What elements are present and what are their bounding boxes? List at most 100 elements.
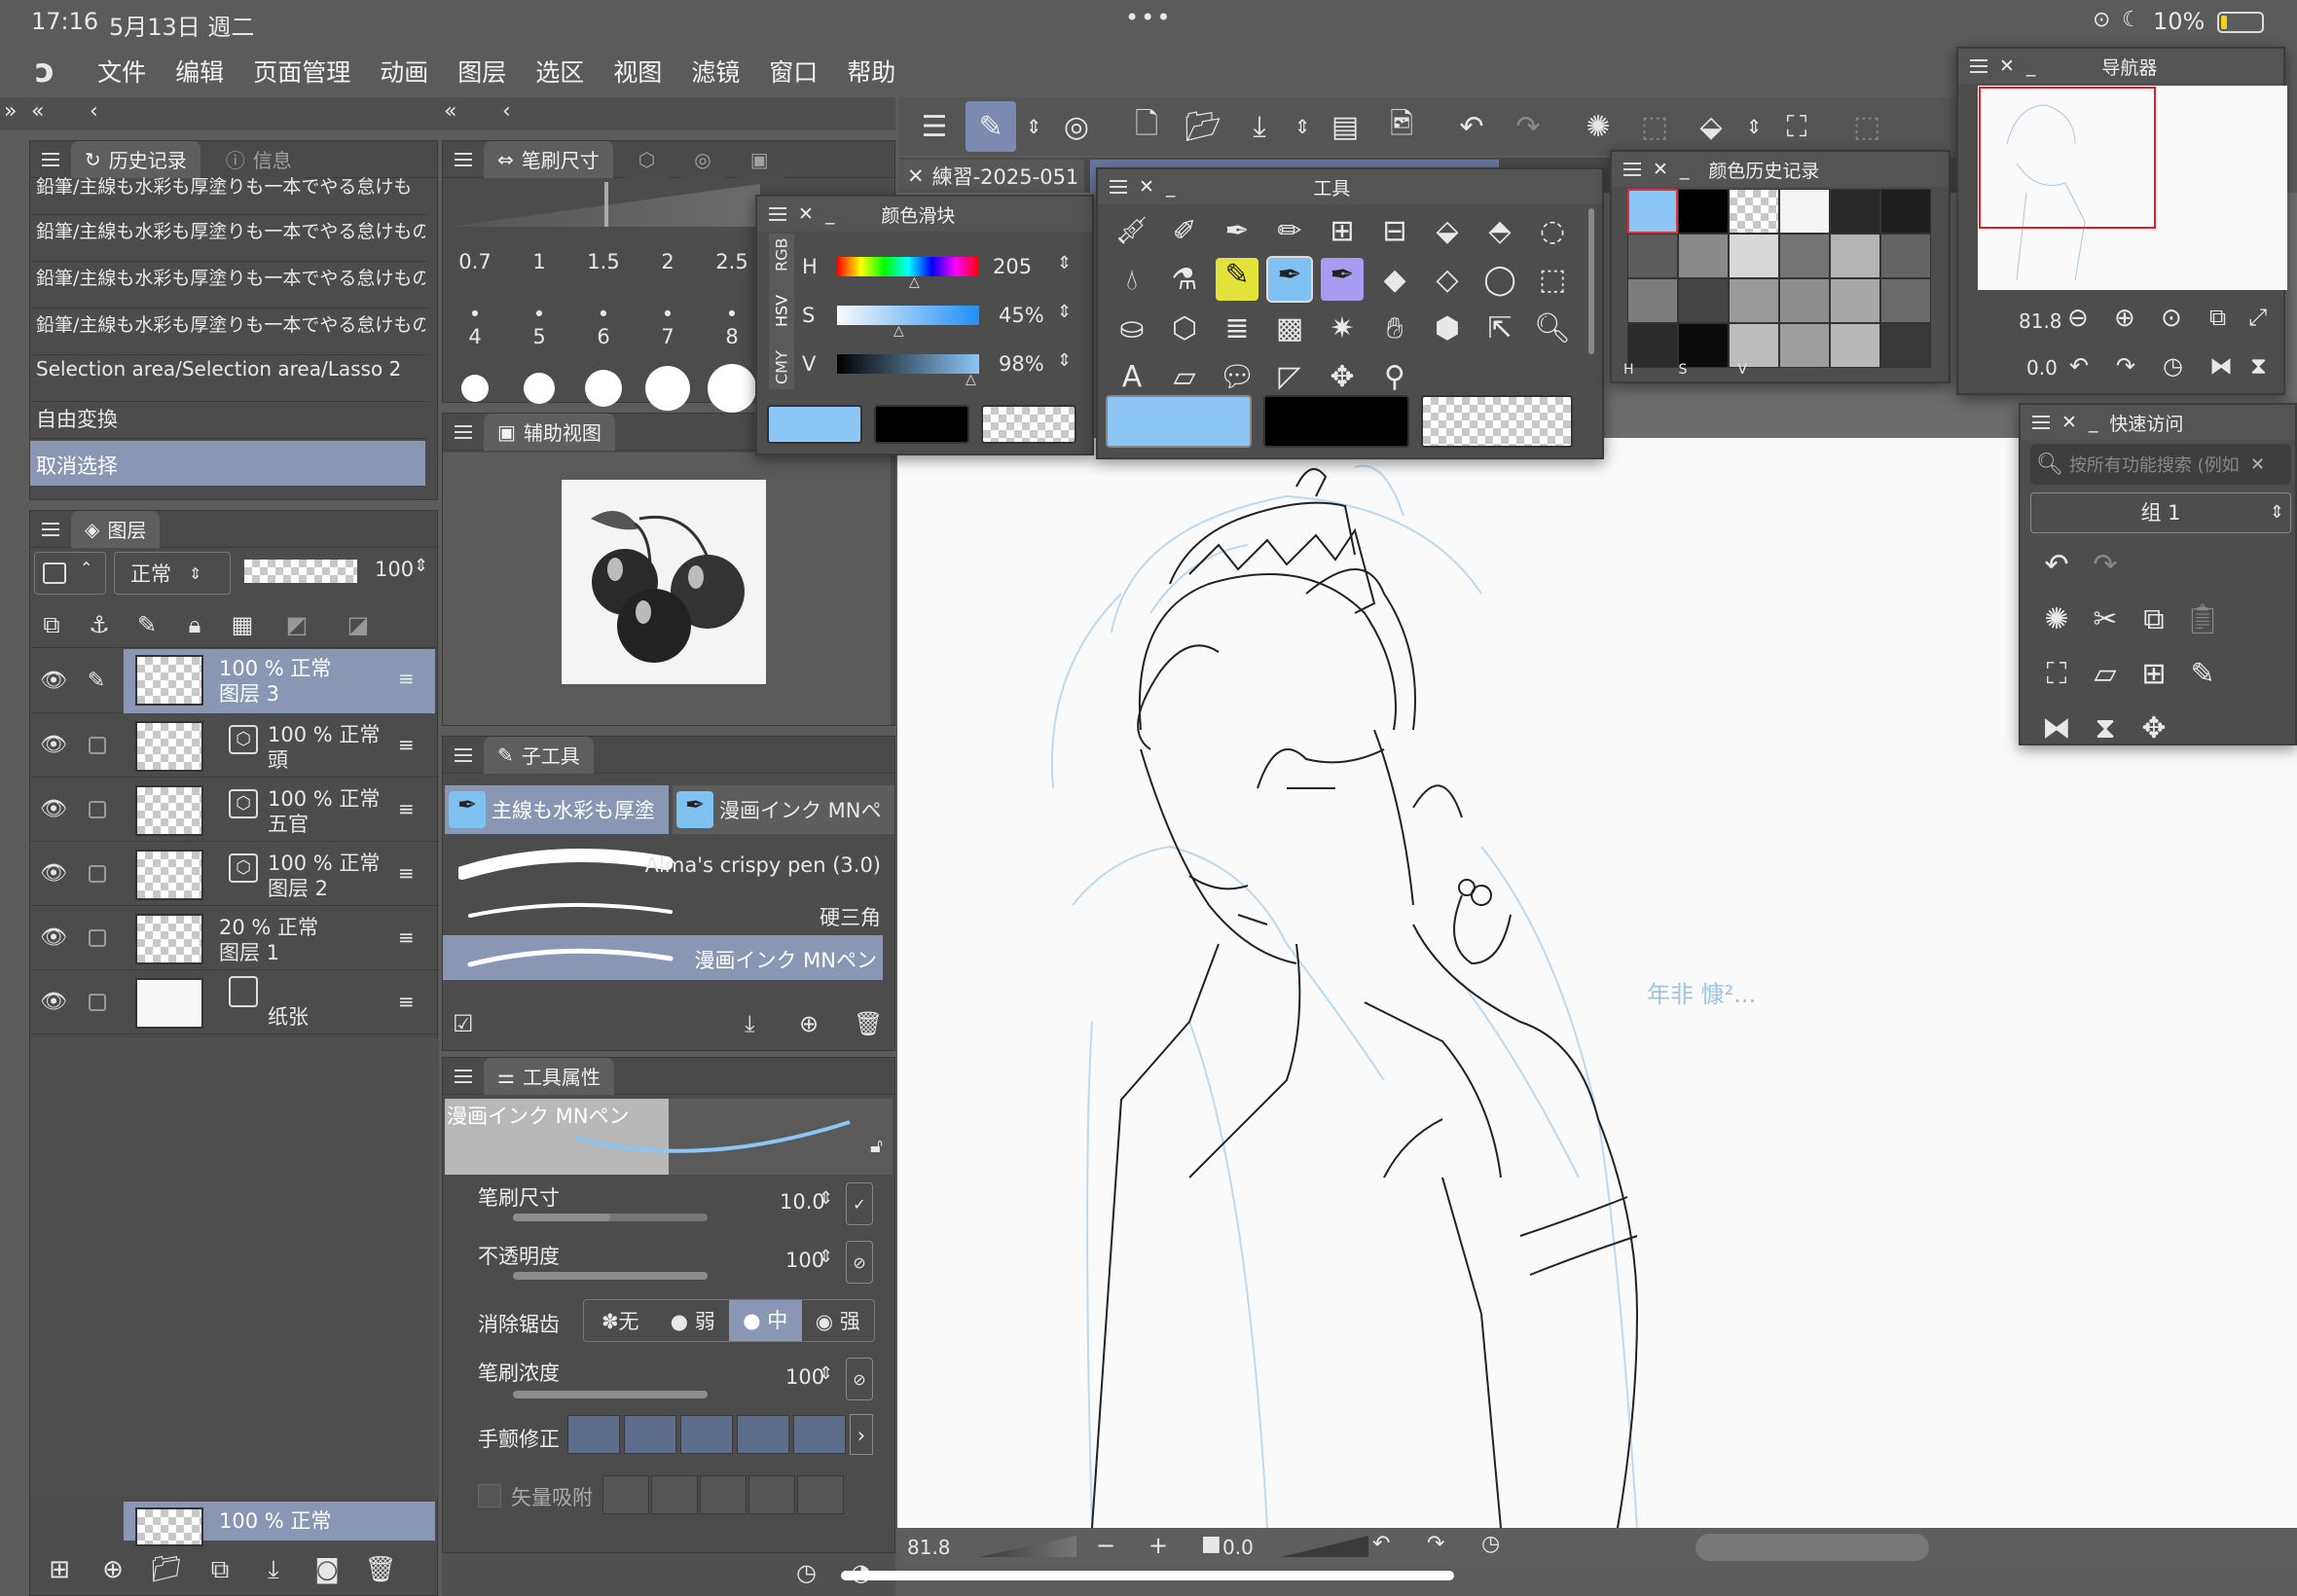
color-cell[interactable]	[1830, 278, 1880, 323]
blend-icon[interactable]: 💧︎	[1126, 263, 1138, 297]
redo-icon[interactable]: ↷	[2093, 548, 2117, 582]
multitask-dots-icon[interactable]: •••	[1125, 4, 1172, 31]
lasso-icon[interactable]: ◯	[1483, 263, 1516, 297]
panel-menu-icon[interactable]	[2032, 416, 2050, 429]
color-cell[interactable]	[1779, 189, 1830, 234]
chevron-right-icon[interactable]: ›	[850, 1414, 873, 1455]
balloon-icon[interactable]: 💬︎	[1219, 360, 1256, 394]
layer-opacity-slider[interactable]	[244, 560, 357, 583]
rotate-right-icon[interactable]: ↷	[1427, 1532, 1444, 1556]
chevron-updown-icon[interactable]: ⇕	[1742, 101, 1766, 152]
reset-rotation-icon[interactable]: ◷	[1481, 1532, 1500, 1556]
transform-icon[interactable]: ⛶	[1771, 101, 1822, 152]
panel-menu-icon[interactable]	[455, 747, 472, 762]
lock-icon[interactable]: 🔒︎	[177, 611, 212, 638]
menu-layer[interactable]: 图层	[457, 54, 506, 89]
timer-icon[interactable]: ◷	[796, 1559, 817, 1586]
free-transform-icon[interactable]: ▱	[2094, 657, 2116, 691]
stabilizer-segments[interactable]	[567, 1414, 850, 1455]
size-preset[interactable]: • 5	[507, 303, 571, 348]
clean-icon[interactable]: ⛀	[1119, 311, 1144, 345]
drag-handle-icon[interactable]: ≡	[398, 733, 415, 756]
menu-animation[interactable]: 动画	[380, 54, 428, 89]
draft-icon[interactable]: ✎	[129, 611, 164, 638]
layer-row[interactable]: 👁︎ ⬡ 100 % 正常 图层 2 ≡	[30, 842, 439, 906]
duplicate-icon[interactable]: ⊕	[799, 1010, 819, 1037]
panel-menu-icon[interactable]	[455, 424, 472, 439]
stepper-icon[interactable]: ⇕	[819, 1188, 833, 1209]
tab-brush-2[interactable]: ⬡	[624, 140, 670, 178]
color-cell[interactable]	[1880, 278, 1931, 323]
save-icon[interactable]: ⤓	[1234, 101, 1285, 152]
zoom-in-icon[interactable]: ⊕	[2114, 304, 2135, 333]
lock-icon[interactable]: 🔓︎	[870, 1134, 883, 1157]
antialias-medium[interactable]: ● 中	[729, 1300, 802, 1341]
actual-size-icon[interactable]: ⧉	[2209, 304, 2226, 331]
minimize-icon[interactable]: _	[1166, 176, 1176, 198]
menu-selection[interactable]: 选区	[535, 54, 584, 89]
merge-down-icon[interactable]: ⤓	[254, 1555, 293, 1585]
rotate-left-icon[interactable]: ↶	[2069, 352, 2089, 380]
clear-icon[interactable]: ⬚	[1841, 101, 1892, 152]
panel-menu-icon[interactable]	[1623, 163, 1641, 176]
eye-icon[interactable]: 👁︎	[30, 797, 77, 821]
menu-file[interactable]: 文件	[97, 54, 146, 89]
sub-color-swatch[interactable]	[874, 405, 969, 444]
chevron-updown-icon[interactable]: ⇕	[1291, 101, 1314, 152]
tab-cmy[interactable]: CMY	[773, 350, 791, 384]
mesh-transform-icon[interactable]: ⊞	[2141, 657, 2166, 691]
layer-checkbox[interactable]	[89, 993, 106, 1011]
undo-icon[interactable]: ↶	[1446, 101, 1497, 152]
dock-collapse-icon-2[interactable]: «	[444, 99, 456, 124]
flip-horizontal-icon[interactable]: ⧓	[2042, 711, 2071, 745]
vector-checkbox[interactable]	[478, 1484, 501, 1507]
new-raster-layer-icon[interactable]: ⊞	[40, 1555, 79, 1584]
opacity-toggle-icon[interactable]: ⊘	[846, 1241, 873, 1284]
hand-icon[interactable]: ✋︎	[1386, 311, 1403, 345]
color-cell[interactable]	[1678, 189, 1729, 234]
edit-icon[interactable]: ✎	[2190, 657, 2214, 691]
menu-help[interactable]: 帮助	[847, 54, 895, 89]
layer-checkbox[interactable]	[89, 736, 106, 754]
layer-checkbox[interactable]	[89, 928, 106, 947]
color-cell[interactable]	[1678, 234, 1729, 278]
hue-slider[interactable]	[837, 257, 979, 276]
size-preset[interactable]	[507, 373, 571, 404]
reference-icon[interactable]: ⚓	[82, 611, 117, 638]
delete-icon[interactable]: 🗑︎	[854, 1010, 883, 1037]
eye-icon[interactable]: 👁︎	[30, 925, 77, 950]
panel-menu-icon[interactable]	[42, 152, 59, 166]
minimize-icon[interactable]: _	[2089, 412, 2098, 433]
panel-menu-icon[interactable]	[455, 1069, 472, 1083]
mask-layer-icon[interactable]: ◙	[308, 1555, 346, 1584]
eye-icon[interactable]: 👁︎	[30, 861, 77, 886]
brush-size-toggle-icon[interactable]: ✓	[846, 1182, 873, 1225]
stepper-icon[interactable]: ⇕	[1057, 302, 1072, 322]
drag-handle-icon[interactable]: ≡	[398, 797, 415, 820]
main-color-swatch[interactable]	[767, 405, 862, 444]
menu-view[interactable]: 视图	[613, 54, 662, 89]
drag-handle-icon[interactable]: ≡	[398, 925, 415, 949]
color-cell[interactable]	[1678, 278, 1729, 323]
new-folder-icon[interactable]: 📁︎	[147, 1555, 186, 1584]
select-all-icon[interactable]: ✺	[1573, 101, 1623, 152]
fill-2-icon[interactable]: ⬘	[1488, 214, 1511, 248]
panel-menu-icon[interactable]	[1110, 180, 1127, 194]
layer-row-partial[interactable]: 100 % 正常	[30, 1502, 439, 1546]
color-cell[interactable]	[1627, 278, 1678, 323]
tab-brush-size[interactable]: ⇔ 笔刷尺寸	[484, 140, 613, 178]
open-folder-icon[interactable]: 📂︎	[1178, 101, 1228, 152]
transparent-swatch[interactable]	[981, 405, 1076, 444]
text-icon[interactable]: A	[1122, 360, 1143, 394]
perspective-icon[interactable]: ⊞	[1330, 214, 1354, 248]
layer-row[interactable]: 👁︎ 20 % 正常 图层 1 ≡	[30, 906, 439, 970]
list-item[interactable]: 鉛筆/主線も水彩も厚塗りも一本でやる怠けものブラ	[36, 310, 425, 340]
close-icon[interactable]: ✕	[1999, 55, 2015, 77]
color-cell[interactable]	[1880, 234, 1931, 278]
layer-row[interactable]: 👁︎ ⬡ 100 % 正常 五官 ≡	[30, 778, 439, 842]
sub-color-swatch-large[interactable]	[1263, 395, 1409, 448]
tab-sub-tool[interactable]: ✎ 子工具	[484, 736, 594, 774]
panel-menu-icon[interactable]	[42, 522, 59, 536]
drag-handle-icon[interactable]: ≡	[398, 667, 415, 690]
tab-tool-property[interactable]: ⚌ 工具属性	[484, 1057, 614, 1095]
